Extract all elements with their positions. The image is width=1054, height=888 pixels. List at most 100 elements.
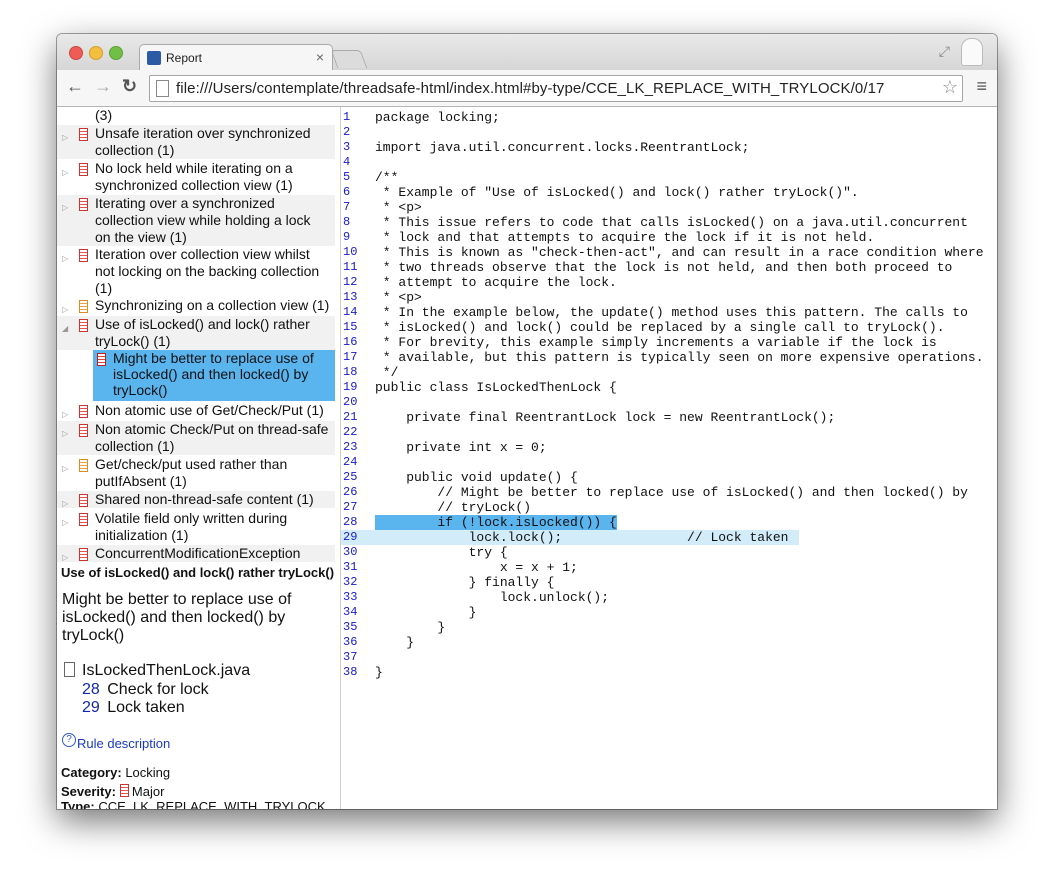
profile-icon[interactable] xyxy=(961,38,983,66)
issue-tree-item[interactable]: ▷ Unsafe iteration over synchronized colle… xyxy=(57,125,335,159)
line-number[interactable]: 16 xyxy=(343,335,365,350)
menu-icon[interactable]: ≡ xyxy=(976,76,987,97)
new-tab-button[interactable] xyxy=(330,50,368,68)
type-row: Type: CCE_LK_REPLACE_WITH_TRYLOCK xyxy=(61,799,326,809)
line-number[interactable]: 14 xyxy=(343,305,365,320)
issue-tree-item[interactable]: ▷ Get/check/put used rather than putIfAbse… xyxy=(57,456,335,490)
issue-tree-label: Use of isLocked() and lock() rather tryLo… xyxy=(95,316,335,350)
issue-tree-item[interactable]: ▷ Iterating over a synchronized collection… xyxy=(57,195,335,246)
location-label: Check for lock xyxy=(107,681,209,698)
line-number[interactable]: 33 xyxy=(343,590,365,605)
line-number[interactable]: 5 xyxy=(343,170,365,185)
line-number[interactable]: 2 xyxy=(343,125,365,140)
location-line-number[interactable]: 28 xyxy=(82,681,100,698)
issue-tree-label-line: No lock held while iterating on a xyxy=(95,160,293,176)
line-number[interactable]: 17 xyxy=(343,350,365,365)
line-number[interactable]: 23 xyxy=(343,440,365,455)
collapsed-arrow-icon[interactable]: ▷ xyxy=(62,549,68,566)
code-text: private final ReentrantLock lock = new R… xyxy=(375,410,836,425)
line-number[interactable]: 31 xyxy=(343,560,365,575)
code-text: private int x = 0; xyxy=(375,440,547,455)
line-number[interactable]: 19 xyxy=(343,380,365,395)
forward-icon[interactable]: → xyxy=(94,76,112,97)
issue-tree-item[interactable]: (3) xyxy=(57,107,335,124)
line-number[interactable]: 30 xyxy=(343,545,365,560)
issue-tree-item[interactable]: ▷ Volatile field only written during initi… xyxy=(57,510,335,544)
line-number[interactable]: 1 xyxy=(343,110,365,125)
line-number[interactable]: 26 xyxy=(343,485,365,500)
issue-tree-item[interactable]: ▷ Non atomic Check/Put on thread-safe coll… xyxy=(57,421,335,455)
url-text[interactable]: file:///Users/contemplate/threadsafe-htm… xyxy=(176,80,884,97)
issue-tree-item[interactable]: ◢ Use of isLocked() and lock() rather tryL… xyxy=(57,316,335,350)
collapsed-arrow-icon[interactable]: ▷ xyxy=(62,460,68,477)
tab-close-icon[interactable]: × xyxy=(316,49,324,65)
location-link[interactable]: 29 Lock taken xyxy=(82,699,185,717)
line-number[interactable]: 15 xyxy=(343,320,365,335)
line-number[interactable]: 27 xyxy=(343,500,365,515)
collapsed-arrow-icon[interactable]: ▷ xyxy=(62,250,68,267)
line-number[interactable]: 35 xyxy=(343,620,365,635)
line-number[interactable]: 29 xyxy=(343,530,365,545)
tab-report[interactable]: Report × xyxy=(139,44,333,71)
line-number[interactable]: 32 xyxy=(343,575,365,590)
back-icon[interactable]: ← xyxy=(66,76,84,97)
collapsed-arrow-icon[interactable]: ▷ xyxy=(62,514,68,531)
line-number[interactable]: 9 xyxy=(343,230,365,245)
code-text: * For brevity, this example simply incre… xyxy=(375,335,937,350)
issue-tree-item[interactable]: ▷ Shared non-thread-safe content (1) xyxy=(57,491,335,508)
line-number[interactable]: 4 xyxy=(343,155,365,170)
line-number[interactable]: 20 xyxy=(343,395,365,410)
severity-label: Severity: xyxy=(61,784,116,799)
line-number[interactable]: 37 xyxy=(343,650,365,665)
issue-tree-child-selected[interactable]: Might be better to replace use of isLocke… xyxy=(93,350,335,401)
location-line-number[interactable]: 29 xyxy=(82,699,100,716)
fullscreen-icon[interactable]: ⤢ xyxy=(939,43,950,60)
line-number[interactable]: 10 xyxy=(343,245,365,260)
issue-tree-item[interactable]: ▷ No lock held while iterating on a synchr… xyxy=(57,160,335,194)
issue-tree-item[interactable]: ▷ Synchronizing on a collection view (1) xyxy=(57,297,335,314)
issue-tree-item[interactable]: ▷ ConcurrentModificationException xyxy=(57,545,335,562)
address-bar[interactable]: file:///Users/contemplate/threadsafe-htm… xyxy=(149,75,963,102)
reload-icon[interactable]: ↻ xyxy=(122,76,137,97)
line-number[interactable]: 28 xyxy=(343,515,365,530)
line-number[interactable]: 22 xyxy=(343,425,365,440)
line-number[interactable]: 13 xyxy=(343,290,365,305)
issue-tree-item[interactable]: ▷ Non atomic use of Get/Check/Put (1) xyxy=(57,402,335,419)
bookmark-star-icon[interactable]: ☆ xyxy=(942,77,958,98)
collapsed-arrow-icon[interactable]: ▷ xyxy=(62,164,68,181)
line-number[interactable]: 8 xyxy=(343,215,365,230)
line-number[interactable]: 11 xyxy=(343,260,365,275)
line-number[interactable]: 12 xyxy=(343,275,365,290)
expanded-arrow-icon[interactable]: ◢ xyxy=(62,320,68,337)
code-line: 18 */ xyxy=(341,365,997,380)
code-line: 14 * In the example below, the update() … xyxy=(341,305,997,320)
minimize-window-button[interactable] xyxy=(89,46,103,60)
line-number[interactable]: 6 xyxy=(343,185,365,200)
line-number[interactable]: 34 xyxy=(343,605,365,620)
code-line: 22 xyxy=(341,425,997,440)
collapsed-arrow-icon[interactable]: ▷ xyxy=(62,425,68,442)
code-text: * available, but this pattern is typical… xyxy=(375,350,984,365)
source-code-view: 1 package locking; 2 3 import java.util.conc… xyxy=(341,107,997,809)
rule-description-link[interactable]: Rule description xyxy=(77,736,170,751)
location-link[interactable]: 28 Check for lock xyxy=(82,681,209,699)
collapsed-arrow-icon[interactable]: ▷ xyxy=(62,199,68,216)
collapsed-arrow-icon[interactable]: ▷ xyxy=(62,129,68,146)
line-number[interactable]: 25 xyxy=(343,470,365,485)
line-number[interactable]: 38 xyxy=(343,665,365,680)
close-window-button[interactable] xyxy=(69,46,83,60)
line-number[interactable]: 21 xyxy=(343,410,365,425)
issue-tree-label-line: Iteration over collection view whilst xyxy=(95,246,310,262)
issue-tree-item[interactable]: ▷ Iteration over collection view whilst no… xyxy=(57,246,335,297)
line-number[interactable]: 36 xyxy=(343,635,365,650)
line-number[interactable]: 18 xyxy=(343,365,365,380)
line-number[interactable]: 7 xyxy=(343,200,365,215)
line-number[interactable]: 24 xyxy=(343,455,365,470)
help-icon[interactable]: ? xyxy=(62,733,76,747)
line-number[interactable]: 3 xyxy=(343,140,365,155)
severity-icon xyxy=(79,128,88,141)
zoom-window-button[interactable] xyxy=(109,46,123,60)
issue-tree-label-line: Non atomic use of Get/Check/Put (1) xyxy=(95,402,324,418)
code-text: * isLocked() and lock() could be replace… xyxy=(375,320,945,335)
code-text: try { xyxy=(375,545,508,560)
